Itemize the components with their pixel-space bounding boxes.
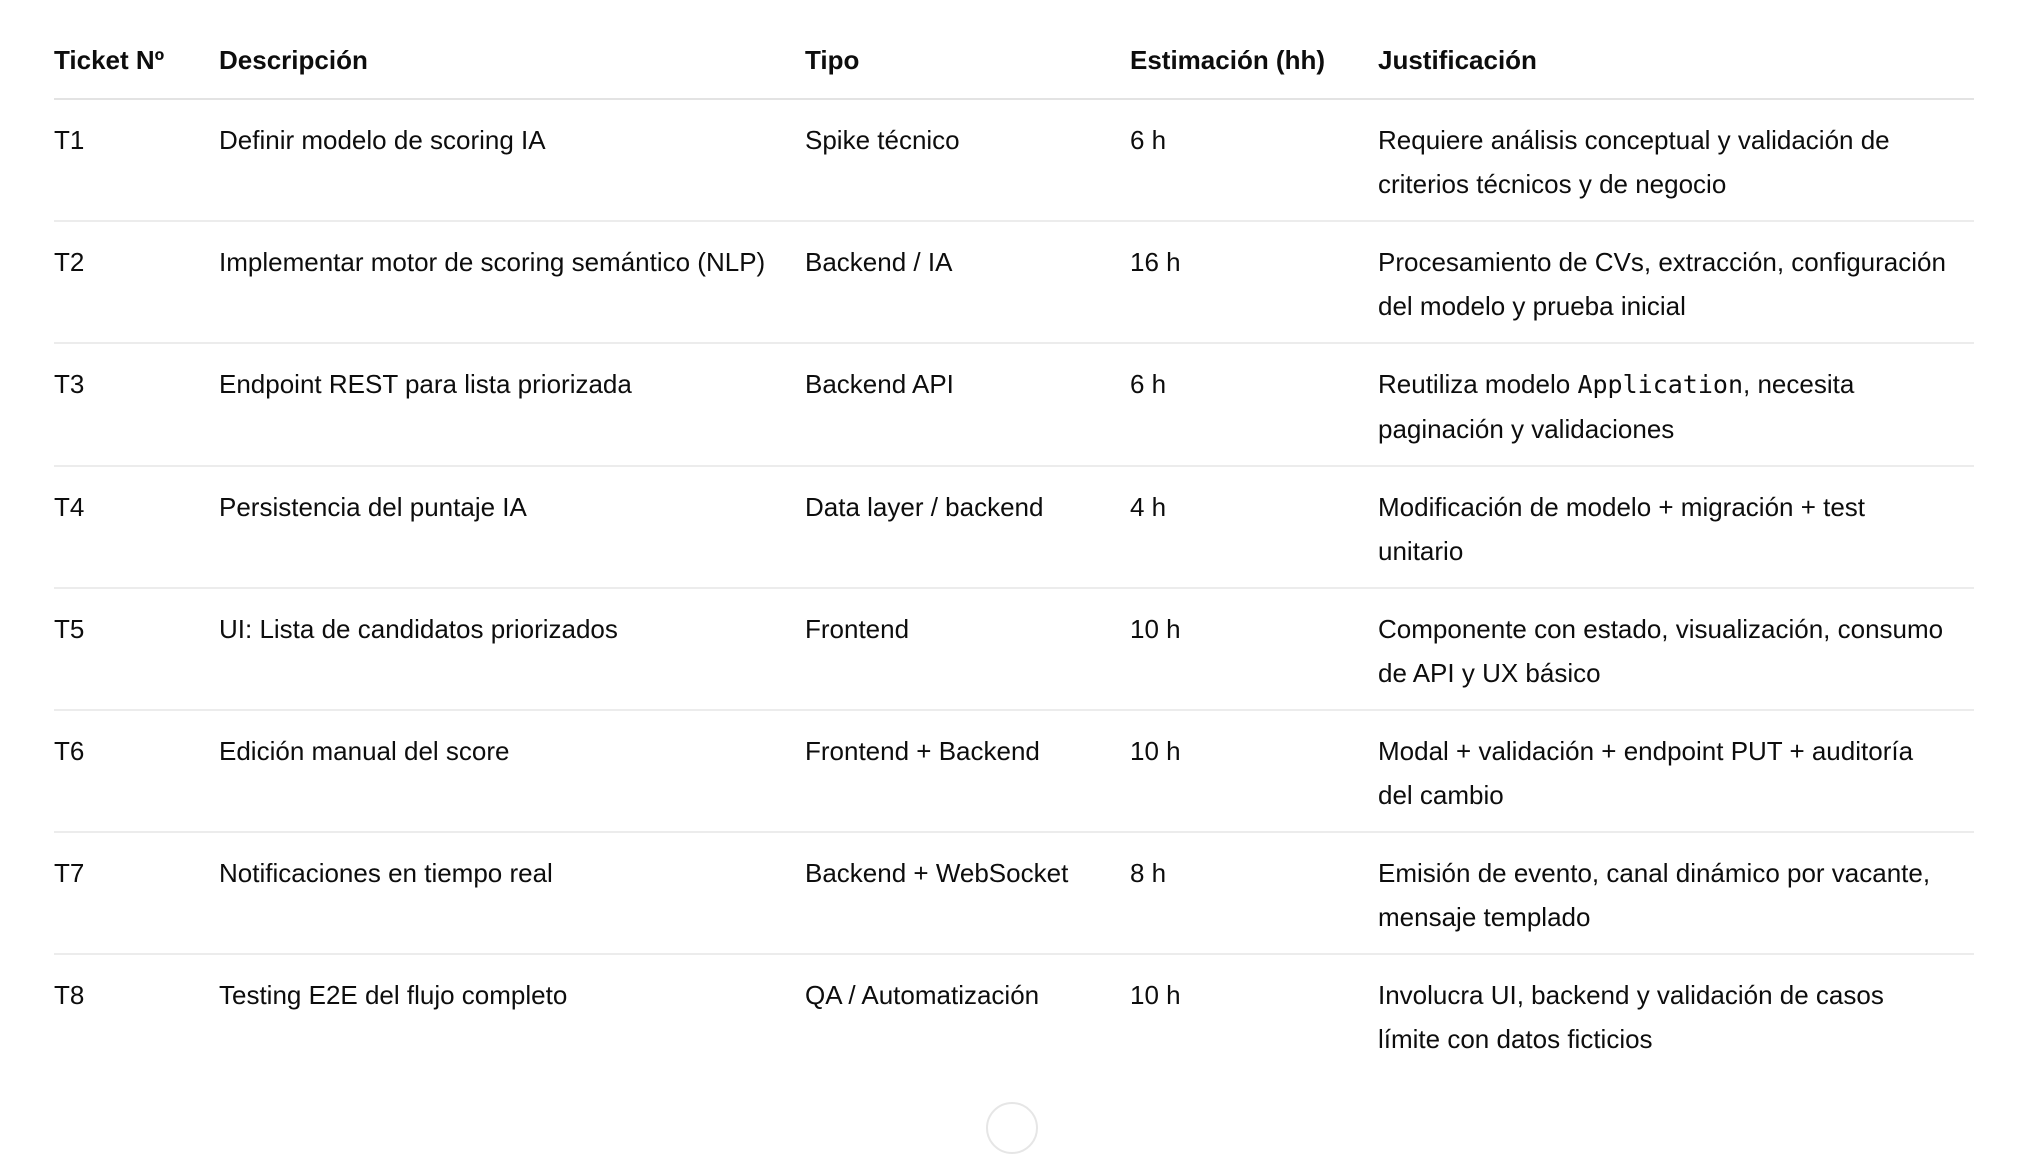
cell-description: Endpoint REST para lista priorizada [219,343,805,467]
cell-type: Frontend + Backend [805,710,1130,833]
cell-ticket: T8 [54,980,85,1010]
cell-type: QA / Automatización [805,980,1040,1010]
estimation-table-container: Ticket Nº Descripción Tipo Estimación (h… [54,36,1974,1075]
table-row: T2 Implementar motor de scoring semántico… [54,221,1974,344]
table-row: T1 Definir modelo de scoring IA Spike técn… [54,99,1974,222]
justification-text: Componente con estado, visualización, co… [1378,614,1944,688]
table-row: T8 Testing E2E del flujo completo QA / Aut… [54,954,1974,1075]
estimation-table: Ticket Nº Descripción Tipo Estimación (h… [54,36,1974,1075]
cell-description: Implementar motor de scoring semántico (… [219,221,805,344]
cell-ticket: T6 [54,710,219,833]
cell-description: UI: Lista de candidatos priorizados [219,588,805,711]
cell-type: Backend / IA [805,221,1130,344]
cell-estimate: 10 h [1130,980,1181,1010]
cell-justification: Involucra UI, backend y validación de ca… [1378,954,1974,1075]
cell-justification: Modificación de modelo + migración + tes… [1378,466,1974,589]
header-ticket: Ticket Nº [54,36,219,100]
header-justification: Justificación [1378,36,1974,100]
cell-justification: Emisión de evento, canal dinámico por va… [1378,832,1974,955]
cell-type: Frontend [805,588,1130,711]
cell-ticket: T5 [54,588,219,711]
table-header-row: Ticket Nº Descripción Tipo Estimación (h… [54,36,1974,100]
justification-text: Modificación de modelo + migración + tes… [1378,492,1866,566]
cell-ticket: T7 [54,832,219,955]
justification-text: Procesamiento de CVs, extracción, config… [1378,247,1946,321]
cell-estimate: 8 h [1130,832,1378,955]
table-row: T5 UI: Lista de candidatos priorizados Fro… [54,588,1974,711]
table-body: T1 Definir modelo de scoring IA Spike técn… [54,99,1974,1075]
cell-type: Spike técnico [805,99,1130,222]
cell-description: Testing E2E del flujo completo [219,980,568,1010]
cell-description: Edición manual del score [219,710,805,833]
cell-justification: Componente con estado, visualización, co… [1378,588,1974,711]
cell-type: Data layer / backend [805,466,1130,589]
header-estimate: Estimación (hh) [1130,36,1378,100]
table-row: T4 Persistencia del puntaje IA Data layer … [54,466,1974,589]
table-row: T3 Endpoint REST para lista priorizada Bac… [54,343,1974,467]
cell-estimate: 6 h [1130,99,1378,222]
cell-justification: Modal + validación + endpoint PUT + audi… [1378,710,1974,833]
cell-estimate: 10 h [1130,710,1378,833]
justification-text: Requiere análisis conceptual y validació… [1378,125,1890,199]
header-description: Descripción [219,36,805,100]
cell-description: Persistencia del puntaje IA [219,466,805,589]
table-row: T6 Edición manual del score Frontend + Bac… [54,710,1974,833]
cell-estimate: 16 h [1130,221,1378,344]
cell-description: Notificaciones en tiempo real [219,832,805,955]
cell-justification: Procesamiento de CVs, extracción, config… [1378,221,1974,344]
cell-description: Definir modelo de scoring IA [219,99,805,222]
cell-ticket: T2 [54,221,219,344]
cell-estimate: 10 h [1130,588,1378,711]
cell-ticket: T4 [54,466,219,589]
justification-text: Modal + validación + endpoint PUT + audi… [1378,736,1914,810]
cell-type: Backend API [805,343,1130,467]
cell-justification: Requiere análisis conceptual y validació… [1378,99,1974,222]
cell-estimate: 4 h [1130,466,1378,589]
header-type: Tipo [805,36,1130,100]
cell-type: Backend + WebSocket [805,832,1130,955]
justification-text: Reutiliza modelo [1378,369,1578,399]
cell-estimate: 6 h [1130,343,1378,467]
cell-ticket: T3 [54,343,219,467]
cell-justification: Reutiliza modelo Application, necesita p… [1378,343,1974,467]
justification-text: Involucra UI, backend y validación de ca… [1378,980,1884,1054]
cell-ticket: T1 [54,99,219,222]
justification-text: Emisión de evento, canal dinámico por va… [1378,858,1931,932]
code-inline: Application [1577,370,1744,399]
table-row: T7 Notificaciones en tiempo real Backend +… [54,832,1974,955]
